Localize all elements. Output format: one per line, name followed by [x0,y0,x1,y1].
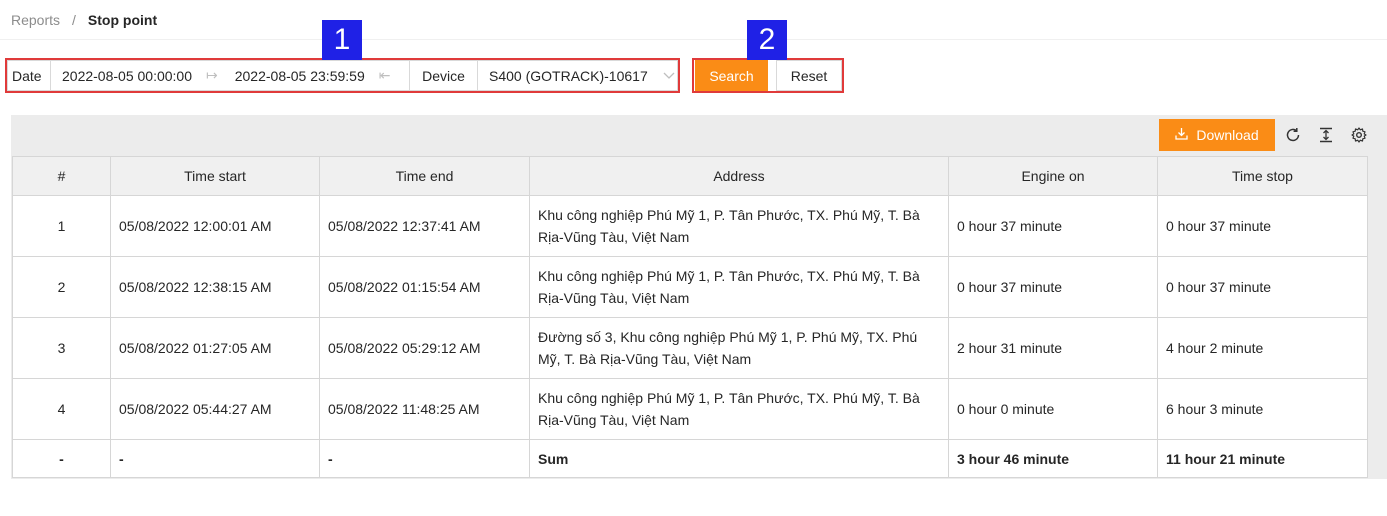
cell-time-start: 05/08/2022 12:38:15 AM [110,256,320,318]
cell-engine-on: 0 hour 37 minute [948,195,1158,257]
cell-time-end: 05/08/2022 05:29:12 AM [319,317,530,379]
cell-address: Đường số 3, Khu công nghiệp Phú Mỹ 1, P.… [529,317,949,379]
breadcrumb-reports-link[interactable]: Reports [11,12,60,28]
annotation-marker-1: 1 [322,20,362,60]
page-title: Stop point [87,12,158,28]
column-header-time-start: Time start [110,156,320,196]
column-header-engine-on: Engine on [948,156,1158,196]
cell-time-end: 05/08/2022 11:48:25 AM [319,378,530,440]
header-divider [0,39,1387,40]
cell-address: Khu công nghiệp Phú Mỹ 1, P. Tân Phước, … [529,256,949,318]
table-row: 4 05/08/2022 05:44:27 AM 05/08/2022 11:4… [12,378,1368,440]
summary-time-start: - [110,439,320,478]
cell-index: 4 [12,378,111,440]
reset-button[interactable]: Reset [776,60,842,91]
column-header-time-end: Time end [319,156,530,196]
table-row: 3 05/08/2022 01:27:05 AM 05/08/2022 05:2… [12,317,1368,379]
column-header-address: Address [529,156,949,196]
range-end-icon: ⇤ [378,67,391,83]
filter-bar: Date 2022-08-05 00:00:00 ↦ 2022-08-05 23… [7,60,678,91]
cell-engine-on: 0 hour 37 minute [948,256,1158,318]
summary-row: - - - Sum 3 hour 46 minute 11 hour 21 mi… [12,439,1368,478]
download-button[interactable]: Download [1159,119,1275,151]
cell-index: 3 [12,317,111,379]
cell-time-stop: 0 hour 37 minute [1157,195,1368,257]
table-row: 1 05/08/2022 12:00:01 AM 05/08/2022 12:3… [12,195,1368,257]
cell-index: 2 [12,256,111,318]
download-icon [1175,127,1189,143]
date-from-input[interactable]: 2022-08-05 00:00:00 [62,68,192,84]
range-arrow-icon: ↦ [206,67,218,83]
column-header-index: # [12,156,111,196]
date-to-input[interactable]: 2022-08-05 23:59:59 [235,68,365,84]
cell-time-start: 05/08/2022 01:27:05 AM [110,317,320,379]
download-label: Download [1196,127,1259,143]
date-label: Date [8,61,51,90]
chevron-down-icon [663,72,675,80]
table-toolbar: Download [1159,119,1374,151]
cell-time-stop: 6 hour 3 minute [1157,378,1368,440]
cell-engine-on: 2 hour 31 minute [948,317,1158,379]
breadcrumb-separator: / [72,12,76,28]
cell-time-start: 05/08/2022 12:00:01 AM [110,195,320,257]
cell-address: Khu công nghiệp Phú Mỹ 1, P. Tân Phước, … [529,378,949,440]
cell-time-end: 05/08/2022 01:15:54 AM [319,256,530,318]
column-header-time-stop: Time stop [1157,156,1368,196]
cell-time-start: 05/08/2022 05:44:27 AM [110,378,320,440]
device-label: Device [410,61,478,90]
reload-icon[interactable] [1278,119,1308,151]
breadcrumb: Reports / Stop point [11,11,157,29]
cell-time-stop: 0 hour 37 minute [1157,256,1368,318]
search-button[interactable]: Search [695,60,768,91]
device-select[interactable]: S400 (GOTRACK)-10617 [478,61,677,90]
summary-index: - [12,439,111,478]
summary-time-end: - [319,439,530,478]
summary-engine-on: 3 hour 46 minute [948,439,1158,478]
column-height-icon[interactable] [1311,119,1341,151]
table-row: 2 05/08/2022 12:38:15 AM 05/08/2022 01:1… [12,256,1368,318]
annotation-marker-2: 2 [747,20,787,60]
device-select-value: S400 (GOTRACK)-10617 [489,67,648,84]
cell-time-stop: 4 hour 2 minute [1157,317,1368,379]
cell-index: 1 [12,195,111,257]
table-header-row: # Time start Time end Address Engine on … [12,156,1368,196]
setting-icon[interactable] [1344,119,1374,151]
date-range-picker[interactable]: 2022-08-05 00:00:00 ↦ 2022-08-05 23:59:5… [51,61,410,90]
summary-time-stop: 11 hour 21 minute [1157,439,1368,478]
cell-time-end: 05/08/2022 12:37:41 AM [319,195,530,257]
stop-point-table: # Time start Time end Address Engine on … [12,156,1368,478]
cell-address: Khu công nghiệp Phú Mỹ 1, P. Tân Phước, … [529,195,949,257]
cell-engine-on: 0 hour 0 minute [948,378,1158,440]
summary-label: Sum [529,439,949,478]
